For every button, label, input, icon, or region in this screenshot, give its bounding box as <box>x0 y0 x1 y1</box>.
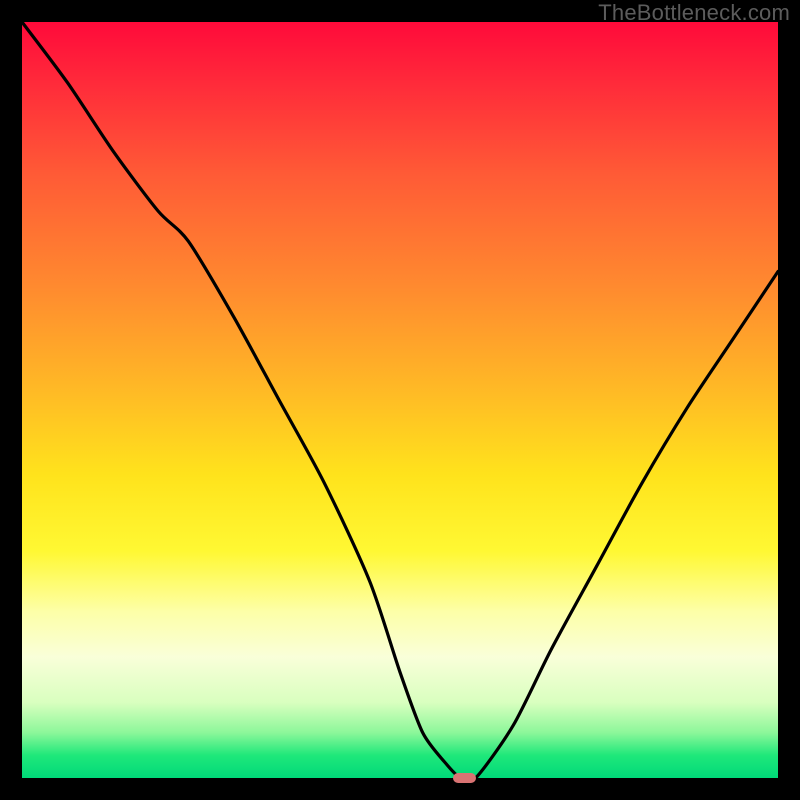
optimal-marker <box>453 773 476 783</box>
chart-frame: TheBottleneck.com <box>0 0 800 800</box>
bottleneck-curve <box>22 22 778 778</box>
watermark-label: TheBottleneck.com <box>598 0 790 26</box>
